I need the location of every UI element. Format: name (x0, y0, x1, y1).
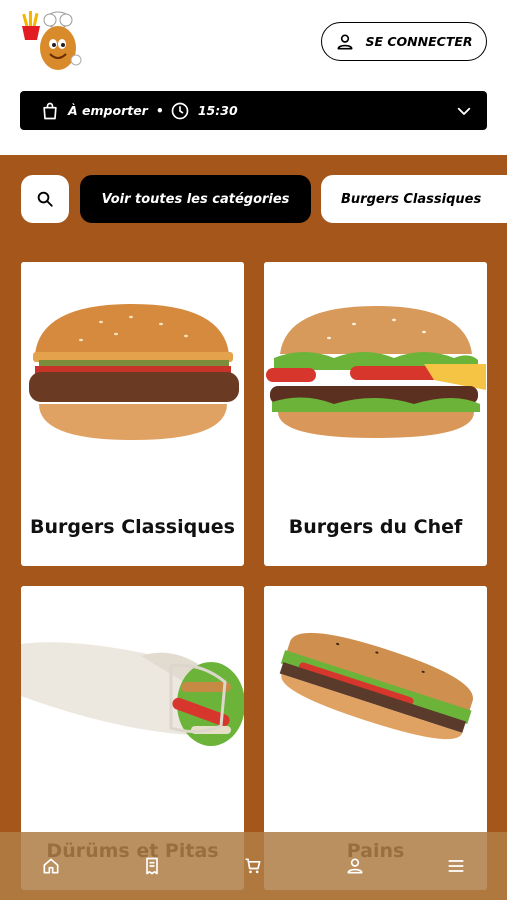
chef-burger-image (264, 262, 487, 487)
nav-cart[interactable] (233, 846, 273, 886)
chevron-down-icon[interactable] (455, 102, 473, 120)
receipt-icon (146, 857, 158, 875)
search-button[interactable] (21, 175, 69, 223)
search-icon (37, 191, 53, 207)
all-categories-label: Voir toutes les catégories (101, 191, 290, 207)
classic-burger-image (21, 262, 244, 487)
product-label: Burgers Classiques (30, 515, 235, 538)
nav-orders[interactable] (132, 846, 172, 886)
product-card-burgers-classiques[interactable]: Burgers Classiques (21, 262, 244, 566)
nav-menu[interactable] (436, 846, 476, 886)
product-label: Burgers du Chef (288, 515, 463, 538)
logo-icon (22, 11, 82, 70)
category-chip-label: Burgers Classiques (341, 191, 482, 207)
shopping-bag-icon (40, 101, 60, 121)
user-icon (347, 858, 363, 874)
product-card-burgers-du-chef[interactable]: Burgers du Chef (264, 262, 487, 566)
cart-icon (245, 858, 261, 874)
all-categories-button[interactable]: Voir toutes les catégories (80, 175, 311, 223)
login-label: SE CONNECTER (365, 34, 473, 49)
order-mode-label: À emporter (68, 103, 148, 118)
order-mode-selector[interactable]: À emporter • 15:30 (20, 91, 487, 130)
nav-account[interactable] (335, 846, 375, 886)
bottom-navigation (0, 832, 507, 900)
main-content: Voir toutes les catégories Burgers Class… (0, 155, 507, 900)
separator-dot: • (155, 103, 164, 118)
category-chip-burgers-classiques[interactable]: Burgers Classiques (321, 175, 507, 223)
sandwich-image (264, 586, 487, 811)
chef-potato-logo[interactable] (20, 8, 84, 74)
clock-icon (170, 101, 190, 121)
login-button[interactable]: SE CONNECTER (321, 22, 487, 61)
order-time: 15:30 (197, 103, 238, 118)
nav-home[interactable] (31, 846, 71, 886)
header: SE CONNECTER À emporter • 15:30 (0, 0, 507, 155)
menu-icon (448, 860, 464, 872)
durum-wrap-image (21, 586, 244, 811)
user-icon (337, 34, 353, 50)
home-icon (43, 858, 59, 874)
